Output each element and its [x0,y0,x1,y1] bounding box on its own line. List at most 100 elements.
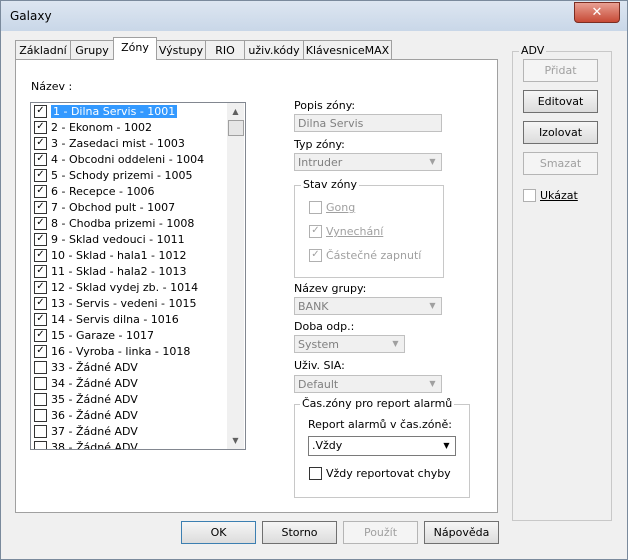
group-name-value: BANK [298,300,329,313]
zone-list-item[interactable]: ✓ 7 - Obchod pult - 1007 [32,200,227,216]
zone-list-item-label: 12 - Sklad vydej zb. - 1014 [51,281,199,294]
zone-list-item[interactable]: ✓ 1 - Dilna Servis - 1001 [32,104,227,120]
zone-check-icon[interactable]: ✓ [34,280,47,294]
adv-show-label: Ukázat [540,189,578,202]
zone-check-icon[interactable]: ✓ [34,104,47,118]
zone-check-icon[interactable]: ✓ [34,248,47,262]
zone-check-icon[interactable]: ✓ [34,264,47,278]
help-button[interactable]: Nápověda [424,521,499,544]
zone-list-item[interactable]: ✓ 10 - Sklad - hala1 - 1012 [32,248,227,264]
timezone-report-select[interactable]: .Vždy ▼ [308,436,456,456]
group-name-select[interactable]: BANK ▼ [294,297,442,315]
partial-arm-check-icon: ✓ [309,248,322,262]
zone-check-icon[interactable]: ✓ [34,216,47,230]
bypass-checkbox[interactable]: ✓ Vynechání [307,224,384,239]
zone-check-icon[interactable]: ✓ [34,312,47,326]
zone-listbox[interactable]: 38 - Žádné ADV 37 - Žádné ADV 36 - Žádné A… [30,102,246,450]
tab-vystupy[interactable]: Výstupy [156,40,206,60]
zone-list-item-label: 3 - Zasedaci mist - 1003 [51,137,185,150]
zone-list-item[interactable]: ✓ 6 - Recepce - 1006 [32,184,227,200]
dropdown-arrow-icon: ▼ [429,301,436,310]
adv-edit-button[interactable]: Editovat [523,90,598,113]
zone-list-item[interactable]: ✓ 9 - Sklad vedouci - 1011 [32,232,227,248]
partial-arm-checkbox[interactable]: ✓ Částečné zapnutí [307,248,421,263]
zone-check-icon[interactable] [34,376,47,390]
timezone-report-group-title: Čas.zóny pro report alarmů [300,397,455,410]
zone-list-item[interactable]: 33 - Žádné ADV [32,360,227,376]
zone-check-icon[interactable]: ✓ [34,120,47,134]
gong-checkbox[interactable]: Gong [307,200,356,215]
zone-check-icon[interactable] [34,392,47,406]
zone-list-item-label: 14 - Servis dilna - 1016 [51,313,179,326]
adv-show-checkbox[interactable]: Ukázat [521,188,578,203]
zone-type-select[interactable]: Intruder ▼ [294,153,442,171]
zone-list-item[interactable]: 38 - Žádné ADV [32,440,227,449]
zone-list-item-label: 7 - Obchod pult - 1007 [51,201,176,214]
bypass-label: Vynechání [326,225,384,238]
response-time-select[interactable]: System ▼ [294,335,405,353]
scroll-down-icon[interactable]: ▼ [227,432,244,449]
zone-list-item-label: 37 - Žádné ADV [51,425,138,438]
close-button[interactable]: ✕ [574,2,620,23]
zone-list-item[interactable]: 36 - Žádné ADV [32,408,227,424]
zone-list-item[interactable]: ✓ 4 - Obcodni oddeleni - 1004 [32,152,227,168]
scroll-up-icon[interactable]: ▲ [227,103,244,120]
zone-list-item[interactable]: 37 - Žádné ADV [32,424,227,440]
tab-klavesnice-max[interactable]: KlávesniceMAX [303,40,392,60]
zone-list-item-label: 16 - Vyroba - linka - 1018 [51,345,191,358]
dropdown-arrow-icon: ▼ [392,339,399,348]
zone-list-item[interactable]: ✓ 2 - Ekonom - 1002 [32,120,227,136]
zone-list-item[interactable]: ✓ 11 - Sklad - hala2 - 1013 [32,264,227,280]
zone-check-icon[interactable] [34,360,47,374]
always-report-errors-checkbox[interactable]: Vždy reportovat chyby [307,466,451,481]
apply-button[interactable]: Použít [343,521,418,544]
cancel-button[interactable]: Storno [262,521,337,544]
zone-list-item-label: 36 - Žádné ADV [51,409,138,422]
user-sia-value: Default [298,378,339,391]
response-time-value: System [298,338,340,351]
zone-list-item[interactable]: ✓ 14 - Servis dilna - 1016 [32,312,227,328]
zone-check-icon[interactable]: ✓ [34,232,47,246]
tab-zony[interactable]: Zóny [113,37,157,60]
zone-list-item[interactable]: 34 - Žádné ADV [32,376,227,392]
zone-check-icon[interactable]: ✓ [34,152,47,166]
window-title: Galaxy [10,9,52,23]
user-sia-label: Uživ. SIA: [294,359,345,372]
zone-list-item[interactable]: ✓ 8 - Chodba prizemi - 1008 [32,216,227,232]
gong-label: Gong [326,201,356,214]
scrollbar-thumb[interactable] [228,120,244,136]
zone-list-item[interactable]: ✓ 15 - Garaze - 1017 [32,328,227,344]
gong-check-icon [309,200,322,214]
zone-check-icon[interactable]: ✓ [34,200,47,214]
zone-check-icon[interactable] [34,408,47,422]
zone-check-icon[interactable]: ✓ [34,168,47,182]
tab-zakladni[interactable]: Základní [15,40,71,60]
zone-list-item[interactable]: ✓ 16 - Vyroba - linka - 1018 [32,344,227,360]
zone-check-icon[interactable]: ✓ [34,328,47,342]
zone-list-item[interactable]: ✓ 13 - Servis - vedeni - 1015 [32,296,227,312]
zone-list-item[interactable]: ✓ 3 - Zasedaci mist - 1003 [32,136,227,152]
tab-grupy[interactable]: Grupy [70,40,114,60]
adv-add-button[interactable]: Přidat [523,59,598,82]
ok-button[interactable]: OK [181,521,256,544]
zone-list-item[interactable]: 35 - Žádné ADV [32,392,227,408]
zone-list-scrollbar[interactable]: ▲ ▼ [227,103,244,449]
zone-list-item-label: 8 - Chodba prizemi - 1008 [51,217,195,230]
zone-check-icon[interactable]: ✓ [34,136,47,150]
adv-isolate-button[interactable]: Izolovat [523,121,598,144]
zone-check-icon[interactable]: ✓ [34,296,47,310]
tab-rio[interactable]: RIO [205,40,245,60]
user-sia-select[interactable]: Default ▼ [294,375,442,393]
tab-uziv-kody[interactable]: uživ.kódy [244,40,304,60]
zone-state-group-title: Stav zóny [301,178,360,191]
adv-delete-button[interactable]: Smazat [523,152,598,175]
zone-description-field[interactable]: Dilna Servis [294,114,442,132]
zone-list-item-label: 11 - Sklad - hala2 - 1013 [51,265,187,278]
title-bar: Galaxy ✕ [1,1,627,31]
zone-list-item[interactable]: ✓ 5 - Schody prizemi - 1005 [32,168,227,184]
zone-check-icon[interactable]: ✓ [34,344,47,358]
zone-check-icon[interactable] [34,424,47,438]
zone-check-icon[interactable] [34,440,47,449]
zone-list-item[interactable]: ✓ 12 - Sklad vydej zb. - 1014 [32,280,227,296]
zone-check-icon[interactable]: ✓ [34,184,47,198]
